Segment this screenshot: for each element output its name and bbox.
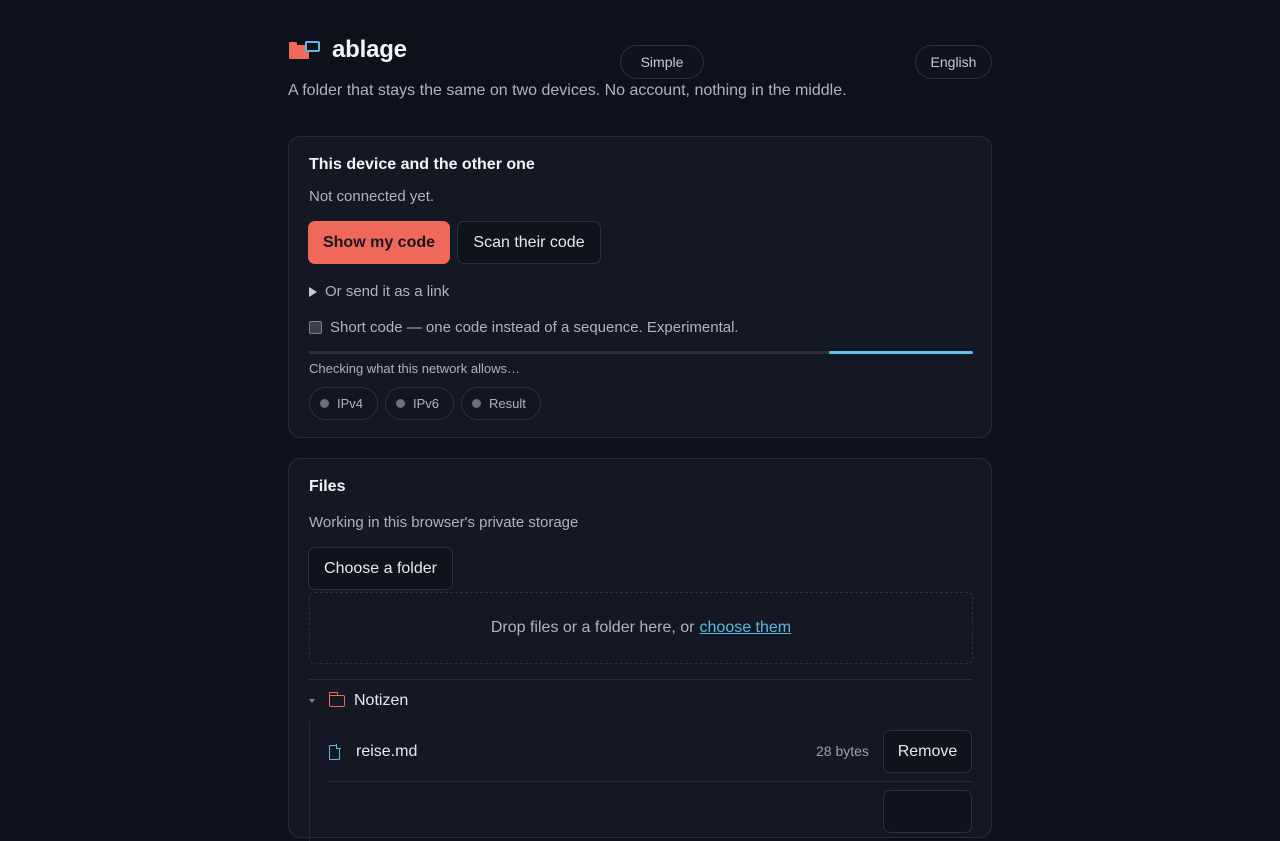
folder-row[interactable]: Notizen bbox=[309, 691, 408, 711]
tree-guide bbox=[309, 721, 310, 841]
file-icon bbox=[329, 744, 341, 760]
folder-name: Notizen bbox=[354, 692, 409, 709]
connection-card: This device and the other one Not connec… bbox=[288, 136, 992, 438]
status-dot-icon bbox=[320, 399, 329, 408]
storage-info: Working in this browser's private storag… bbox=[309, 514, 579, 531]
network-checks: IPv4 IPv6 Result bbox=[309, 387, 541, 420]
language-select-button[interactable]: English bbox=[915, 45, 992, 79]
network-check-progress bbox=[309, 351, 973, 354]
disclosure-triangle-icon bbox=[309, 286, 317, 297]
remove-file-button[interactable]: Remove bbox=[883, 730, 972, 773]
file-name: reise.md bbox=[356, 743, 418, 760]
check-chip-ipv6: IPv6 bbox=[385, 387, 455, 420]
scan-their-code-button[interactable]: Scan their code bbox=[457, 221, 601, 264]
file-row: reise.md bbox=[329, 741, 417, 763]
status-dot-icon bbox=[472, 399, 482, 408]
app-name: ablage bbox=[332, 36, 407, 63]
status-dot-icon bbox=[396, 399, 406, 408]
divider bbox=[329, 781, 973, 782]
short-code-checkbox[interactable] bbox=[309, 321, 322, 334]
tagline: A folder that stays the same on two devi… bbox=[288, 82, 847, 99]
connection-status: Not connected yet. bbox=[309, 188, 435, 205]
show-my-code-button[interactable]: Show my code bbox=[308, 221, 450, 264]
brand: ablage bbox=[288, 34, 407, 66]
mode-toggle-button[interactable]: Simple bbox=[620, 45, 704, 79]
divider bbox=[309, 679, 973, 680]
network-check-text: Checking what this network allows… bbox=[309, 361, 520, 376]
files-title: Files bbox=[309, 478, 346, 495]
short-code-option: Short code — one code instead of a seque… bbox=[309, 319, 739, 336]
file-size: 28 bytes bbox=[816, 743, 869, 759]
choose-folder-button[interactable]: Choose a folder bbox=[308, 547, 453, 590]
check-chip-result: Result bbox=[461, 387, 541, 420]
connection-title: This device and the other one bbox=[309, 156, 535, 173]
send-link-disclosure[interactable]: Or send it as a link bbox=[309, 283, 449, 300]
folder-icon bbox=[328, 692, 345, 707]
send-link-label: Or send it as a link bbox=[325, 283, 450, 300]
drop-zone-text: Drop files or a folder here, or bbox=[490, 619, 695, 636]
folders-logo-icon bbox=[288, 38, 322, 62]
files-card: Files Working in this browser's private … bbox=[288, 458, 992, 841]
progress-fill bbox=[829, 351, 973, 354]
drop-zone[interactable]: Drop files or a folder here, or choose t… bbox=[309, 592, 973, 664]
remove-file-button-next[interactable] bbox=[883, 790, 972, 833]
chevron-down-icon[interactable] bbox=[309, 699, 315, 703]
choose-files-link[interactable]: choose them bbox=[700, 619, 792, 637]
short-code-label: Short code — one code instead of a seque… bbox=[330, 319, 739, 336]
check-chip-ipv4: IPv4 bbox=[309, 387, 379, 420]
